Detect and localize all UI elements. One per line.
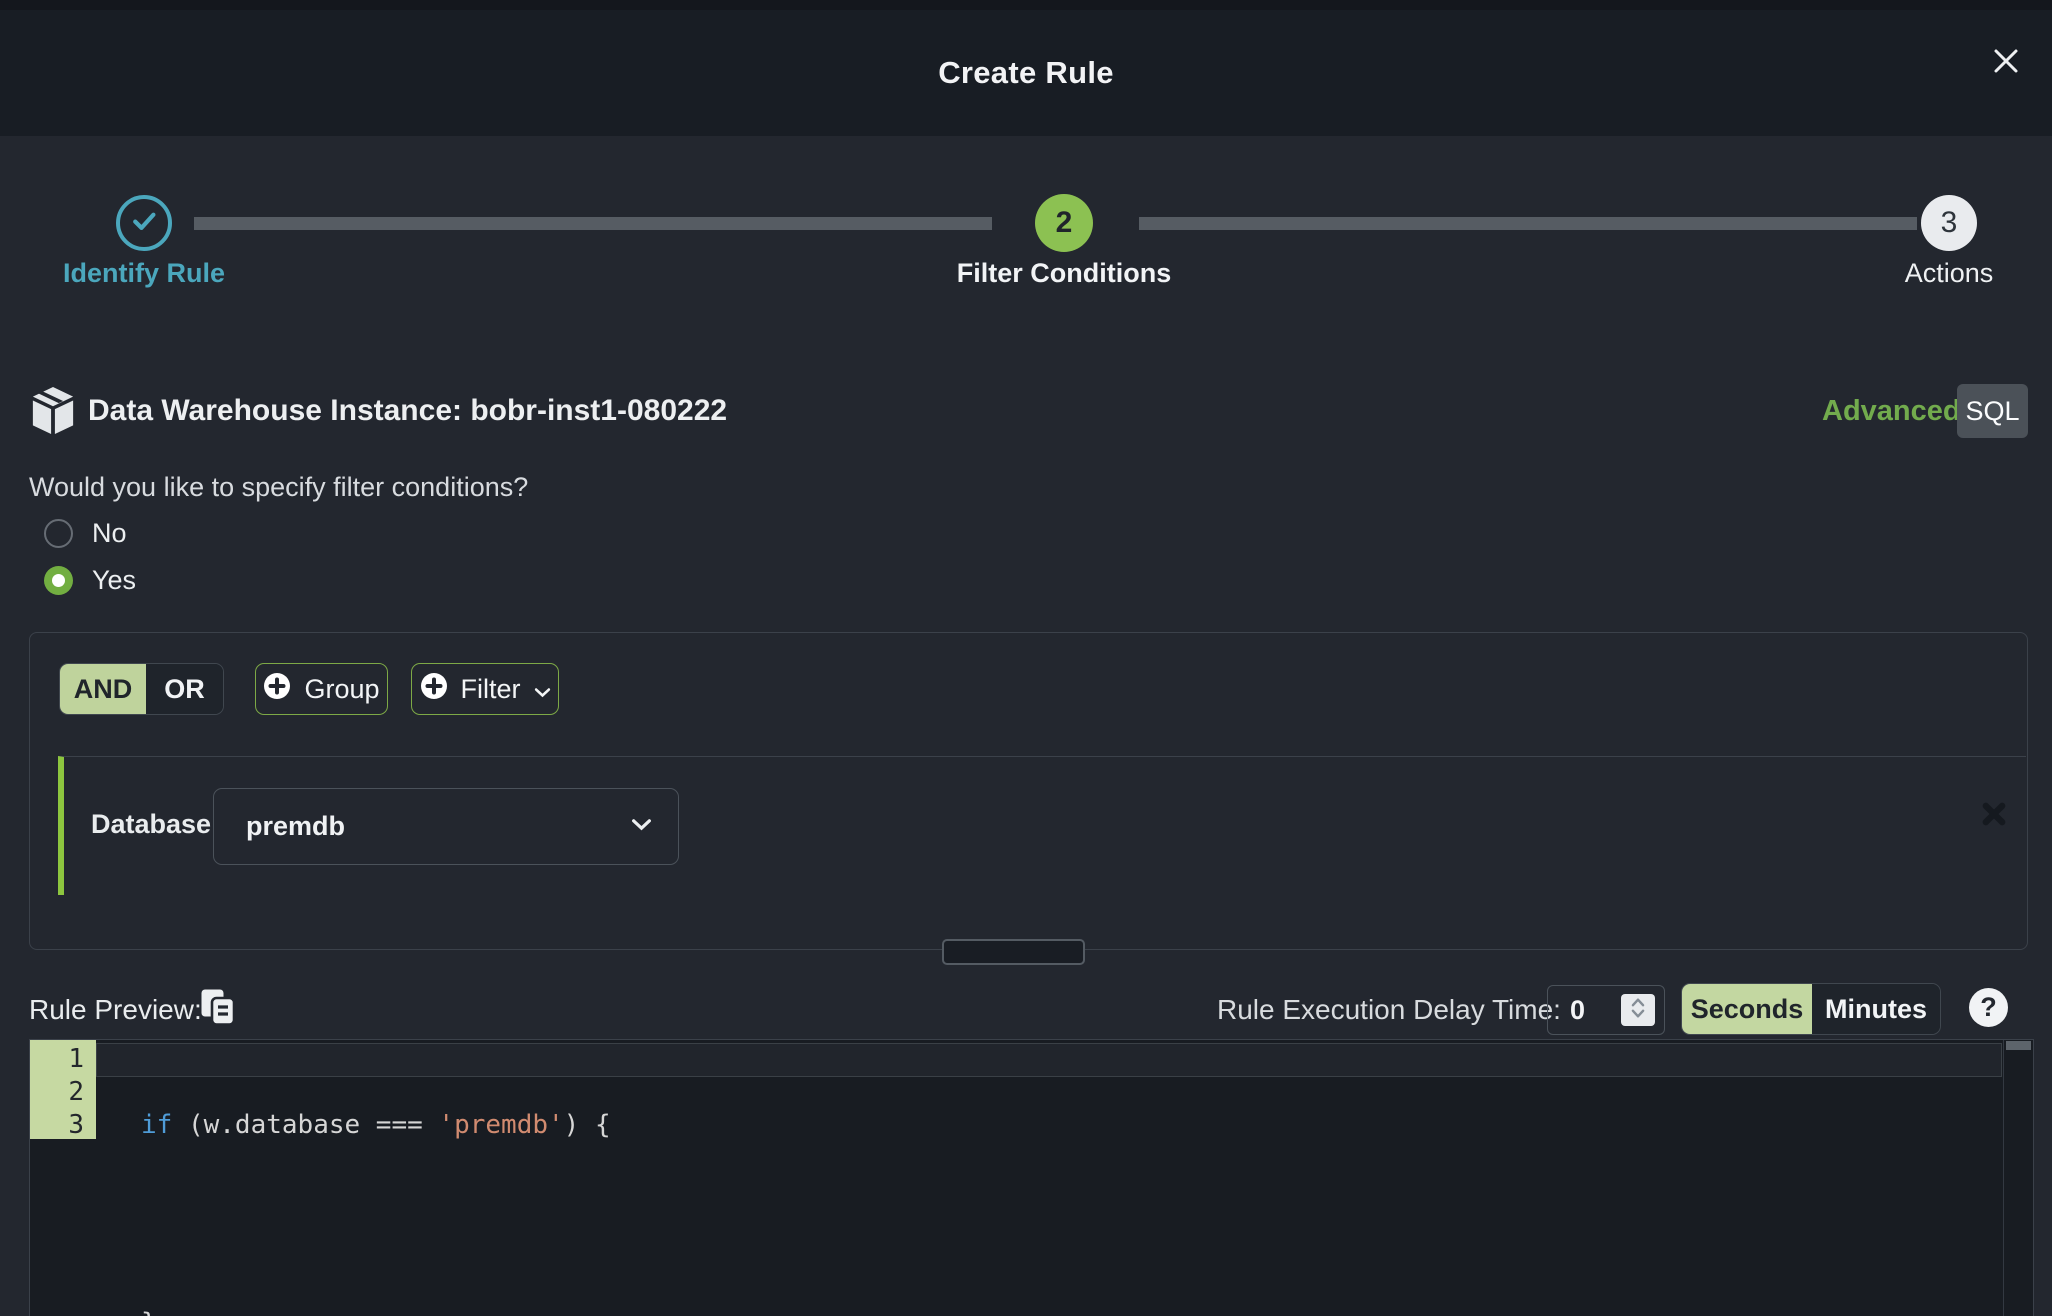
editor-scrollbar[interactable] — [2003, 1040, 2033, 1316]
close-button[interactable] — [1986, 42, 2026, 82]
add-group-button[interactable]: Group — [255, 663, 388, 715]
stepper-chevrons-icon — [1628, 996, 1648, 1025]
step-identify-rule-label[interactable]: Identify Rule — [0, 258, 294, 289]
check-icon — [129, 206, 159, 241]
radio-yes-button[interactable] — [44, 566, 73, 595]
add-group-label: Group — [304, 674, 379, 705]
number-stepper[interactable] — [1621, 994, 1655, 1026]
and-toggle-button[interactable]: AND — [60, 664, 146, 714]
create-rule-modal: Create Rule Identify Rule 2 Filter Condi… — [0, 0, 2052, 1316]
step-actions-circle[interactable]: 3 — [1921, 195, 1977, 251]
filter-builder-panel: AND OR Group Filter Database premdb — [29, 632, 2028, 950]
radio-no-label[interactable]: No — [92, 518, 127, 549]
delay-value: 0 — [1570, 986, 1585, 1034]
step-filter-conditions-label[interactable]: Filter Conditions — [914, 258, 1214, 289]
step-number: 3 — [1941, 206, 1958, 240]
modal-header: Create Rule — [0, 10, 2052, 136]
radio-option-yes[interactable]: Yes — [44, 565, 136, 595]
question-mark-icon: ? — [1980, 992, 1997, 1023]
window-top-edge — [0, 0, 2052, 10]
instance-title: Data Warehouse Instance: bobr-inst1-0802… — [88, 386, 727, 436]
and-or-toggle: AND OR — [59, 663, 224, 715]
advanced-link[interactable]: Advanced — [1822, 386, 1961, 436]
copy-button[interactable] — [200, 988, 236, 1026]
copy-icon — [200, 1014, 236, 1029]
radio-option-no[interactable]: No — [44, 518, 127, 548]
close-icon — [1991, 46, 2021, 79]
code-line-1: if (w.database === 'premdb') { — [141, 1109, 611, 1142]
delete-x-icon — [1980, 816, 2008, 831]
add-filter-label: Filter — [461, 674, 521, 705]
or-toggle-button[interactable]: OR — [146, 664, 223, 714]
panel-resize-handle[interactable] — [942, 939, 1085, 965]
step-number: 2 — [1056, 206, 1073, 240]
progress-bar-segment-1 — [194, 217, 992, 230]
filter-condition-row: Database premdb — [58, 756, 2026, 895]
step-identify-rule-circle[interactable] — [116, 195, 172, 251]
progress-bar-segment-2 — [1139, 217, 1917, 230]
delay-time-label: Rule Execution Delay Time: — [1217, 994, 1561, 1026]
line-number: 3 — [30, 1109, 96, 1142]
code-line-2 — [141, 1208, 611, 1241]
help-button[interactable]: ? — [1969, 988, 2008, 1027]
plus-circle-icon — [263, 672, 291, 707]
delay-unit-toggle: Seconds Minutes — [1681, 983, 1941, 1035]
code-content: if (w.database === 'premdb') { } — [141, 1043, 611, 1316]
data-warehouse-cube-icon — [30, 386, 76, 436]
database-select-value: premdb — [246, 811, 345, 842]
line-number: 1 — [30, 1043, 96, 1076]
radio-no-button[interactable] — [44, 519, 73, 548]
scrollbar-thumb[interactable] — [2006, 1041, 2031, 1050]
step-filter-conditions-circle[interactable]: 2 — [1035, 194, 1093, 252]
add-filter-button[interactable]: Filter — [411, 663, 559, 715]
radio-yes-label[interactable]: Yes — [92, 565, 136, 596]
filter-question: Would you like to specify filter conditi… — [29, 472, 528, 503]
modal-title: Create Rule — [938, 55, 1114, 91]
delay-value-input[interactable]: 0 — [1547, 985, 1665, 1035]
chevron-down-icon — [534, 674, 551, 705]
rule-preview-editor[interactable]: 1 2 3 if (w.database === 'premdb') { } — [29, 1039, 2034, 1316]
step-actions-label[interactable]: Actions — [1799, 258, 2052, 289]
unit-minutes-button[interactable]: Minutes — [1812, 984, 1940, 1034]
chevron-down-icon — [631, 818, 652, 836]
sql-button[interactable]: SQL — [1957, 384, 2028, 438]
rule-preview-label: Rule Preview: — [29, 994, 202, 1026]
line-number: 2 — [30, 1076, 96, 1109]
line-number-gutter: 1 2 3 — [30, 1043, 96, 1142]
condition-field-label: Database — [91, 809, 211, 840]
database-select[interactable]: premdb — [213, 788, 679, 865]
code-line-3: } — [141, 1307, 611, 1316]
plus-circle-icon — [420, 672, 448, 707]
unit-seconds-button[interactable]: Seconds — [1682, 984, 1812, 1034]
delete-condition-button[interactable] — [1978, 799, 2010, 831]
